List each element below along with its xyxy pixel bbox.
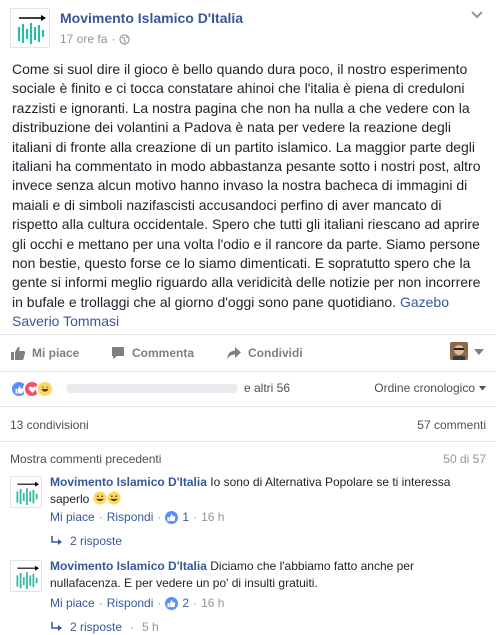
comment-time[interactable]: 16 h: [201, 510, 224, 524]
post-header: Movimento Islamico D'Italia 17 ore fa ·: [0, 0, 496, 52]
dot-separator: ·: [157, 596, 162, 610]
thumbs-up-icon: [11, 346, 26, 360]
grinning-emoji-icon: [107, 491, 121, 505]
show-previous-comments-link[interactable]: Mostra commenti precedenti: [10, 452, 161, 466]
comments-pager: 50 di 57: [443, 452, 486, 466]
comment-label: Commenta: [132, 346, 195, 360]
audience-chevron-icon[interactable]: [474, 349, 484, 356]
comment-bubble-icon: [112, 347, 124, 359]
comment-body: Movimento Islamico D'Italia Diciamo che …: [50, 558, 486, 592]
reply-arrow-icon: [51, 622, 62, 631]
comment-author[interactable]: Movimento Islamico D'Italia: [50, 475, 207, 489]
page-avatar[interactable]: [10, 8, 50, 48]
blurred-reactor-names[interactable]: [66, 384, 238, 393]
dot-separator: ·: [98, 510, 103, 524]
dot-separator: ·: [193, 596, 198, 610]
user-face-icon: [450, 342, 468, 360]
post-text: Come si suol dire il gioco è bello quand…: [12, 60, 488, 332]
comment-avatar[interactable]: [10, 560, 42, 592]
comment: Movimento Islamico D'Italia Io sono di A…: [0, 472, 496, 556]
comment-reply-link[interactable]: Rispondi: [107, 510, 154, 524]
share-button[interactable]: Condividi: [226, 345, 303, 361]
comment-author[interactable]: Movimento Islamico D'Italia: [50, 559, 207, 573]
page-logo-icon: [17, 15, 46, 44]
comment-order-dropdown[interactable]: Ordine cronologico: [374, 381, 486, 395]
like-badge-icon[interactable]: [165, 596, 179, 610]
dot-separator: ·: [157, 510, 162, 524]
replies-count: 2 risposte: [70, 620, 123, 634]
counts-row: 13 condivisioni 57 commenti: [0, 406, 496, 442]
comment-like-link[interactable]: Mi piace: [50, 510, 95, 524]
post-options-chevron-icon[interactable]: [470, 10, 484, 20]
page-name[interactable]: Movimento Islamico D'Italia: [60, 10, 243, 26]
comment-button[interactable]: Commenta: [110, 345, 496, 361]
reactions-others[interactable]: e altri 56: [244, 381, 290, 395]
comment-avatar[interactable]: [10, 476, 42, 508]
reply-arrow-icon: [51, 536, 62, 545]
reply-time: 5 h: [142, 620, 159, 634]
dot-separator: ·: [130, 620, 135, 634]
reactions-row: e altri 56 Ordine cronologico: [0, 372, 496, 406]
comment-like-count[interactable]: 1: [182, 510, 189, 524]
action-bar: Mi piace Commenta Condividi: [0, 334, 496, 372]
post-time[interactable]: 17 ore fa: [60, 32, 107, 46]
user-avatar[interactable]: [450, 342, 468, 360]
dot-separator: ·: [193, 510, 198, 524]
page-logo-icon: [16, 481, 39, 505]
like-label: Mi piace: [32, 346, 80, 360]
comments-count[interactable]: 57 commenti: [417, 418, 486, 432]
share-arrow-icon: [227, 347, 241, 359]
shares-count[interactable]: 13 condivisioni: [10, 418, 89, 432]
globe-icon[interactable]: [119, 33, 131, 45]
post-meta: 17 ore fa ·: [60, 32, 131, 46]
comment-body: Movimento Islamico D'Italia Io sono di A…: [50, 474, 486, 508]
comment-reply-link[interactable]: Rispondi: [107, 596, 154, 610]
page-logo-icon: [16, 565, 39, 589]
comment-like-link[interactable]: Mi piace: [50, 596, 95, 610]
dot-separator: ·: [98, 596, 103, 610]
meta-separator: ·: [111, 32, 116, 46]
comment-order-label: Ordine cronologico: [374, 381, 475, 395]
previous-comments-row: Mostra commenti precedenti 50 di 57: [0, 442, 496, 472]
comment-time[interactable]: 16 h: [201, 596, 224, 610]
like-button[interactable]: Mi piace: [10, 345, 79, 361]
like-badge-icon[interactable]: [165, 510, 179, 524]
comment-actions: Mi piace · Rispondi · 2 · 16 h: [50, 596, 224, 610]
share-label: Condividi: [248, 346, 303, 360]
dropdown-caret-icon: [479, 385, 486, 390]
comment-like-count[interactable]: 2: [182, 596, 189, 610]
replies-count: 2 risposte: [70, 534, 123, 548]
comment-replies-link[interactable]: 2 risposte: [50, 534, 122, 548]
comment-replies-link[interactable]: 2 risposte · 5 h: [50, 620, 159, 634]
comment-actions: Mi piace · Rispondi · 1 · 16 h: [50, 510, 224, 524]
grinning-emoji-icon: [93, 491, 107, 505]
comment: Movimento Islamico D'Italia Diciamo che …: [0, 556, 496, 635]
reaction-icons[interactable]: [10, 380, 54, 398]
haha-icon: [36, 380, 54, 398]
post-body: Come si suol dire il gioco è bello quand…: [12, 61, 481, 310]
